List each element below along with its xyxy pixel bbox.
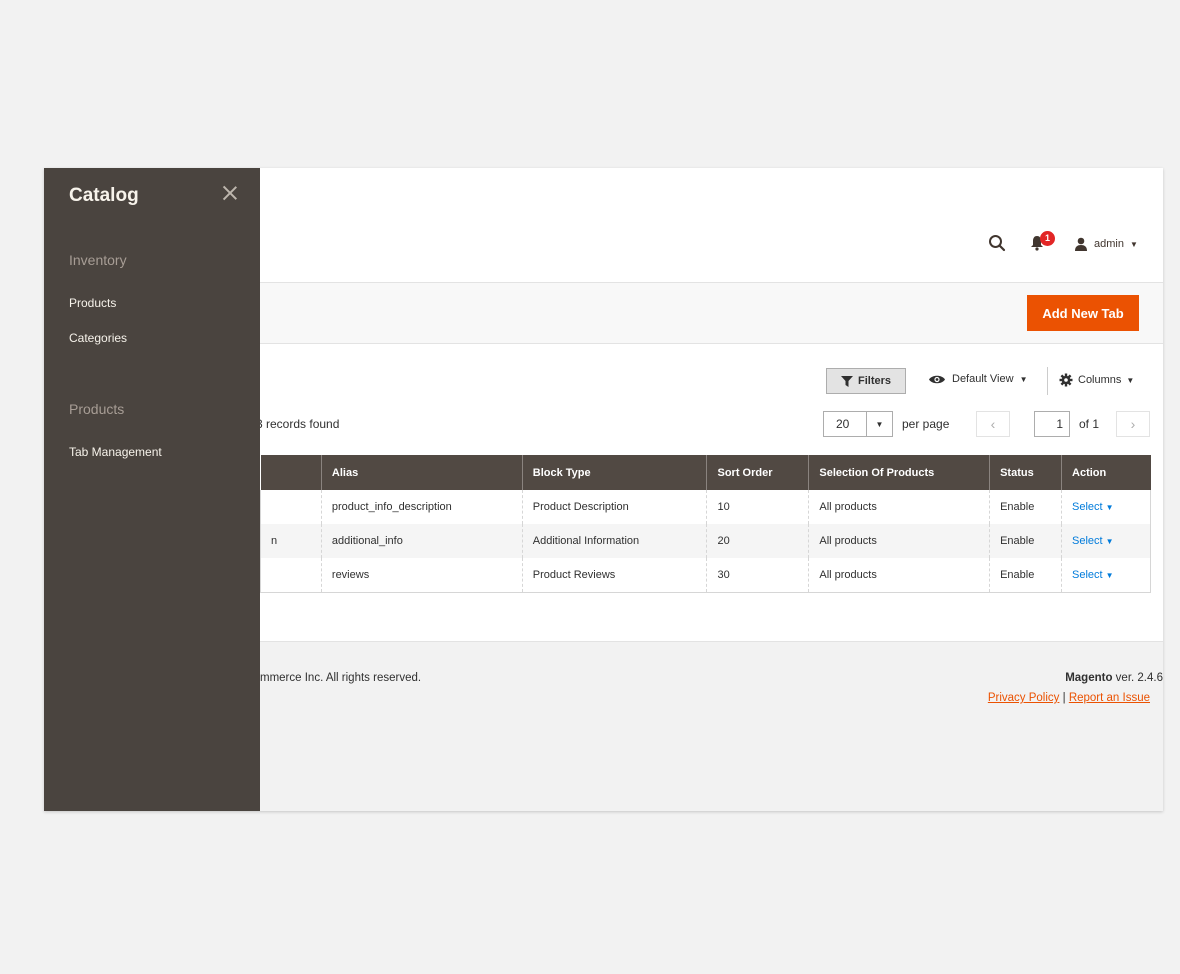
cell-alias: product_info_description: [320, 490, 523, 524]
privacy-policy-link[interactable]: Privacy Policy: [988, 692, 1060, 704]
per-page-select[interactable]: 20 ▼: [823, 411, 893, 437]
chevron-down-icon: ▼: [1129, 239, 1138, 249]
current-page-input[interactable]: 1: [1034, 411, 1070, 437]
add-new-tab-button[interactable]: Add New Tab: [1027, 295, 1139, 331]
previous-page-button[interactable]: ‹: [976, 411, 1010, 437]
gear-icon: [1059, 373, 1073, 387]
action-label: Select: [1072, 501, 1103, 513]
columns-label: Columns: [1078, 374, 1122, 386]
cell-title: n: [260, 524, 322, 558]
view-label: Default View: [952, 373, 1014, 385]
cell-title: [260, 490, 322, 524]
cell-status: Enable: [989, 558, 1062, 592]
column-header-block-type[interactable]: Block Type: [521, 455, 707, 490]
search-icon[interactable]: [988, 234, 1006, 252]
records-found-count: 3 records found: [256, 417, 340, 431]
cell-action: Select ▼: [1061, 490, 1151, 524]
column-header-action: Action: [1061, 455, 1151, 490]
column-header-alias[interactable]: Alias: [320, 455, 523, 490]
chevron-down-icon: ▼: [1105, 537, 1114, 546]
action-label: Select: [1072, 535, 1103, 547]
row-action-select[interactable]: Select ▼: [1072, 535, 1114, 547]
chevron-down-icon: ▼: [1105, 503, 1114, 512]
column-header-title[interactable]: [260, 455, 322, 490]
report-issue-link[interactable]: Report an Issue: [1069, 692, 1150, 704]
menu-item-products[interactable]: Products: [69, 296, 116, 310]
cell-block-type: Product Description: [521, 490, 707, 524]
cell-action: Select ▼: [1061, 524, 1151, 558]
catalog-menu-panel: Catalog Inventory Products Categories Pr…: [44, 168, 260, 811]
chevron-down-icon: ▼: [1019, 374, 1028, 384]
next-page-button[interactable]: ›: [1116, 411, 1150, 437]
version-info: Magento ver. 2.4.6: [1065, 672, 1163, 684]
cell-block-type: Product Reviews: [521, 558, 707, 592]
filters-label: Filters: [857, 375, 891, 387]
menu-item-tab-management[interactable]: Tab Management: [69, 445, 162, 459]
user-icon: [1075, 237, 1087, 251]
filters-button[interactable]: Filters: [826, 368, 906, 394]
table-row[interactable]: product_info_description Product Descrip…: [260, 490, 1151, 524]
column-header-sort-order[interactable]: Sort Order: [706, 455, 809, 490]
menu-item-categories[interactable]: Categories: [69, 331, 127, 345]
admin-window: Catalog Inventory Products Categories Pr…: [44, 168, 1163, 811]
cell-sort-order: 20: [706, 524, 809, 558]
menu-group-products: Products: [69, 401, 125, 417]
columns-dropdown[interactable]: Columns ▼: [1059, 373, 1134, 387]
cell-alias: reviews: [320, 558, 523, 592]
version-number: ver. 2.4.6: [1112, 672, 1163, 684]
cell-title: [260, 558, 322, 592]
cell-selection: All products: [808, 558, 990, 592]
cell-selection: All products: [808, 524, 990, 558]
total-pages-label: of 1: [1079, 417, 1100, 431]
cell-selection: All products: [808, 490, 990, 524]
row-action-select[interactable]: Select ▼: [1072, 501, 1114, 513]
copyright-text: mmerce Inc. All rights reserved.: [260, 672, 422, 684]
eye-icon: [929, 375, 945, 383]
notification-count-badge: 1: [1040, 231, 1055, 246]
close-icon[interactable]: [220, 183, 240, 203]
default-view-dropdown[interactable]: Default View ▼: [928, 373, 1027, 385]
brand-name: Magento: [1065, 672, 1113, 684]
table-header-row: Alias Block Type Sort Order Selection Of…: [260, 455, 1151, 490]
column-header-status[interactable]: Status: [989, 455, 1062, 490]
cell-block-type: Additional Information: [521, 524, 707, 558]
footer-links: Privacy Policy | Report an Issue: [988, 692, 1150, 704]
link-separator: |: [1059, 692, 1069, 704]
cell-status: Enable: [989, 490, 1062, 524]
user-menu[interactable]: admin ▼: [1074, 235, 1138, 253]
cell-sort-order: 30: [706, 558, 809, 592]
notifications-bell-icon[interactable]: 1: [1030, 231, 1055, 253]
menu-title: Catalog: [69, 185, 139, 206]
chevron-down-icon: ▼: [1105, 570, 1114, 580]
table-row[interactable]: n additional_info Additional Information…: [260, 524, 1151, 558]
cell-status: Enable: [989, 524, 1062, 558]
per-page-label: per page: [902, 417, 950, 431]
action-label: Select: [1072, 568, 1103, 581]
toolbar-divider: [1047, 367, 1048, 395]
table-row[interactable]: reviews Product Reviews 30 All products …: [260, 558, 1151, 592]
column-header-selection[interactable]: Selection Of Products: [808, 455, 990, 490]
cell-sort-order: 10: [706, 490, 809, 524]
cell-alias: additional_info: [320, 524, 523, 558]
chevron-down-icon: ▼: [866, 412, 892, 436]
menu-group-inventory: Inventory: [69, 252, 127, 268]
user-name: admin: [1094, 238, 1124, 250]
row-action-select[interactable]: Select ▼: [1072, 569, 1114, 581]
cell-action: Select ▼: [1061, 558, 1151, 592]
chevron-down-icon: ▼: [1126, 375, 1135, 385]
tabs-grid: Alias Block Type Sort Order Selection Of…: [260, 455, 1151, 593]
filter-icon: [840, 375, 853, 387]
per-page-value: 20: [836, 417, 850, 431]
